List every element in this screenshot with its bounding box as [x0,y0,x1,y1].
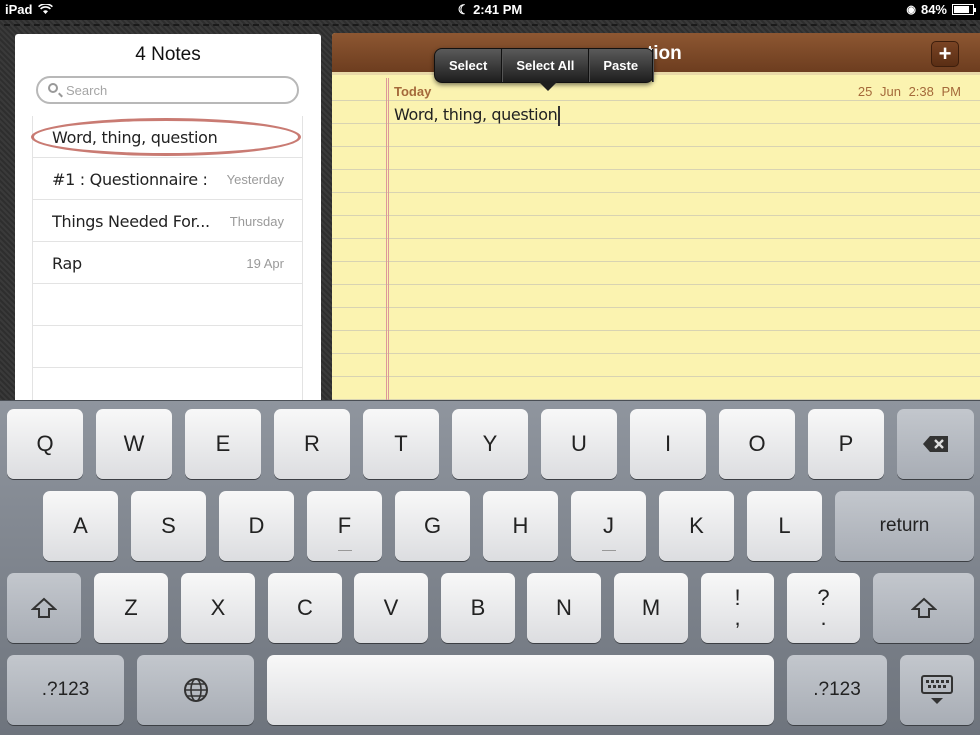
note-body-text: Word, thing, question [394,105,558,124]
return-key[interactable]: return [835,491,974,561]
key-w[interactable]: W [96,409,172,479]
search-icon [48,83,58,93]
add-note-button[interactable]: + [931,41,959,67]
key-f-label: F [337,513,352,538]
keyboard: Q W E R T Y U I O P A S D F G H J K L re… [0,400,980,735]
key-k[interactable]: K [659,491,734,561]
key-a[interactable]: A [43,491,118,561]
home-marker [601,550,616,551]
note-row-selected[interactable]: Word, thing, question [31,116,302,158]
orientation-lock-icon: ◉ [906,4,916,16]
note-row-title: Things Needed For... [52,211,210,231]
status-bar: iPad ☾ 2:41 PM ◉ 84% [0,0,980,20]
space-key[interactable] [267,655,774,725]
note-row[interactable]: Things Needed For... Thursday [33,200,302,242]
keyboard-dismiss-icon [921,675,953,704]
shift-key-left[interactable] [7,573,81,643]
key-o[interactable]: O [719,409,795,479]
key-j[interactable]: J [571,491,646,561]
shift-key-right[interactable] [873,573,974,643]
key-v[interactable]: V [354,573,428,643]
key-l[interactable]: L [747,491,822,561]
edit-menu-arrow [539,82,557,91]
key-s[interactable]: S [131,491,206,561]
stitching [4,24,976,26]
clock-time: 2:41 PM [473,2,523,17]
note-date: 25 Jun [857,84,901,99]
numbers-key-left[interactable]: .?123 [7,655,124,725]
select-all-button[interactable]: Select All [502,49,590,82]
notes-count-title: 4 Notes [135,44,201,65]
home-marker [337,550,352,551]
notes-list: Word, thing, question #1 : Questionnaire… [31,116,303,400]
key-e[interactable]: E [185,409,261,479]
key-g[interactable]: G [395,491,470,561]
key-u[interactable]: U [541,409,617,479]
notes-list-panel: 4 Notes Word, thing, question #1 : Quest… [15,34,321,400]
note-day-label: Today [394,84,432,99]
backspace-icon [922,436,948,452]
text-cursor [558,105,561,126]
margin-line [386,78,387,400]
globe-key[interactable] [137,655,254,725]
key-b[interactable]: B [441,573,515,643]
note-row[interactable]: Rap 19 Apr [33,242,302,284]
note-paper[interactable] [332,78,980,400]
selection-circle [31,118,301,156]
note-row-title: #1 : Questionnaire : [52,169,208,189]
key-t[interactable]: T [363,409,439,479]
key-c[interactable]: C [268,573,342,643]
key-x[interactable]: X [181,573,255,643]
margin-line [388,78,389,400]
globe-icon [183,678,208,702]
key-bottom-label: . [820,605,827,630]
key-h[interactable]: H [483,491,558,561]
key-q[interactable]: Q [7,409,83,479]
note-time: 2:38 PM [908,84,961,99]
key-p[interactable]: P [808,409,884,479]
delete-key[interactable] [897,409,974,479]
key-n[interactable]: N [527,573,601,643]
moon-icon: ☾ [457,2,470,17]
note-row-date: 19 Apr [246,255,284,271]
key-bottom-label: , [734,605,741,630]
search-input[interactable] [66,80,286,100]
note-row-title: Rap [52,253,82,273]
shift-icon [910,597,937,618]
battery-icon [952,4,976,15]
note-body[interactable]: Word, thing, question [394,105,561,126]
key-m[interactable]: M [614,573,688,643]
key-z[interactable]: Z [94,573,168,643]
select-button[interactable]: Select [435,49,503,82]
edit-menu: Select Select All Paste [434,48,655,91]
key-question-period[interactable]: ?. [787,573,860,643]
key-f[interactable]: F [307,491,382,561]
search-bar[interactable] [36,76,299,104]
note-timestamp: 25 Jun 2:38 PM [858,84,961,99]
key-d[interactable]: D [219,491,294,561]
hide-keyboard-key[interactable] [900,655,974,725]
key-r[interactable]: R [274,409,350,479]
numbers-key-right[interactable]: .?123 [787,655,887,725]
note-editor: , question + Today 25 Jun 2:38 PM Word, … [332,33,980,400]
note-header: , question + [332,33,980,75]
key-exclamation-comma[interactable]: !, [701,573,774,643]
battery-percent: 84% [920,2,947,17]
note-row[interactable]: #1 : Questionnaire : Yesterday [33,158,302,200]
note-row-date: Thursday [229,213,284,229]
key-i[interactable]: I [630,409,706,479]
note-row-date: Yesterday [226,171,284,187]
key-y[interactable]: Y [452,409,528,479]
battery-fill [954,6,969,13]
shift-icon [31,597,57,618]
paste-button[interactable]: Paste [589,49,654,82]
key-j-label: J [603,513,614,538]
